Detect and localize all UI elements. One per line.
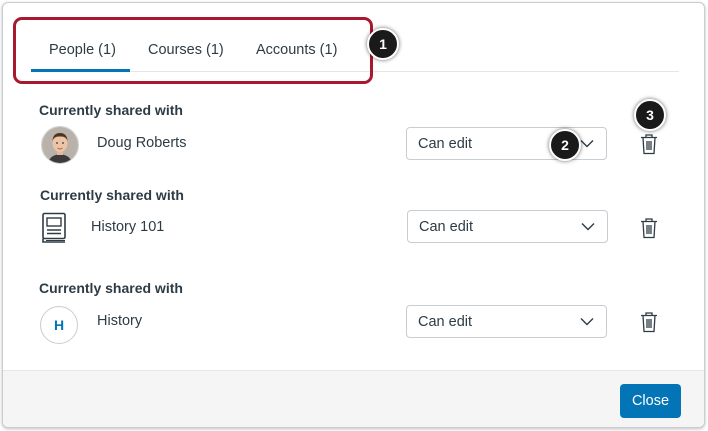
callout-2: 2	[549, 129, 581, 161]
chevron-down-icon	[580, 140, 594, 148]
share-name-person: Doug Roberts	[97, 135, 187, 151]
trash-icon[interactable]	[639, 217, 659, 239]
callout-1: 1	[367, 28, 399, 60]
callout-3: 3	[634, 99, 666, 131]
user-photo-icon	[42, 127, 78, 163]
tabs-highlight-annotation	[13, 17, 373, 84]
dialog-footer	[3, 370, 704, 427]
share-name-course: History 101	[91, 219, 165, 235]
course-icon	[42, 212, 66, 243]
trash-icon[interactable]	[639, 311, 659, 333]
permission-value: Can edit	[418, 314, 473, 330]
trash-icon[interactable]	[639, 133, 659, 155]
close-button[interactable]: Close	[620, 384, 681, 418]
permission-value: Can edit	[418, 136, 473, 152]
share-dialog: People (1) Courses (1) Accounts (1) 1 2 …	[2, 2, 705, 428]
chevron-down-icon	[580, 318, 594, 326]
account-avatar: H	[40, 306, 78, 344]
shared-with-heading: Currently shared with	[40, 187, 184, 203]
avatar	[41, 126, 79, 164]
shared-with-heading: Currently shared with	[39, 102, 183, 118]
permission-select-course[interactable]: Can edit	[407, 210, 608, 243]
chevron-down-icon	[581, 223, 595, 231]
permission-value: Can edit	[419, 219, 474, 235]
shared-with-heading: Currently shared with	[39, 280, 183, 296]
permission-select-account[interactable]: Can edit	[406, 305, 607, 338]
share-name-account: History	[97, 313, 143, 329]
